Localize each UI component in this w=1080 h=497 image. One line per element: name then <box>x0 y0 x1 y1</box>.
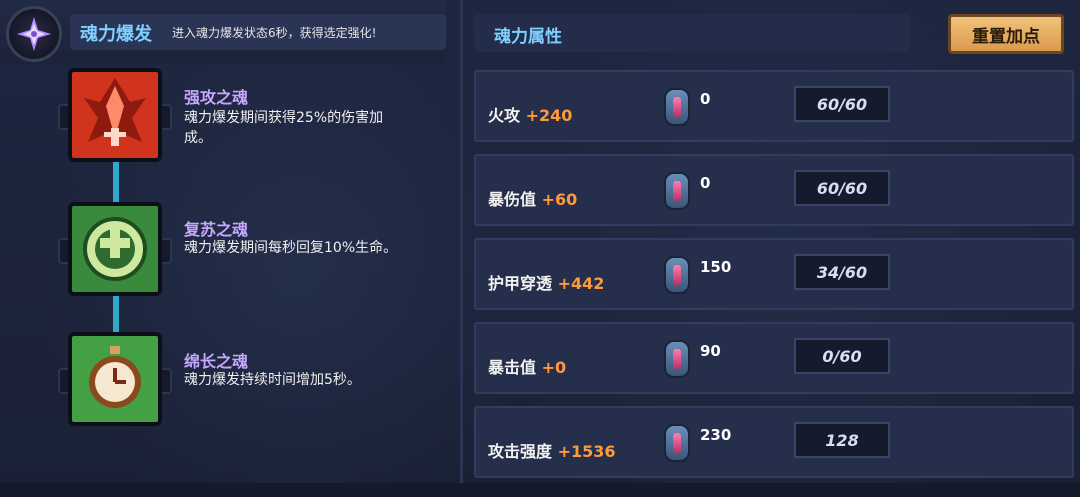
soul-gem-icon <box>664 256 690 294</box>
talent-name: 复苏之魂 <box>184 220 249 239</box>
talent-node-strong-attack[interactable] <box>68 68 162 162</box>
attribute-row-crit-rate[interactable]: 暴击值 +0 90 0/60 <box>474 322 1074 394</box>
attribute-bonus: +0 <box>541 358 567 377</box>
level-counter: 60/60 <box>794 170 890 206</box>
soul-burst-icon <box>6 6 62 62</box>
level-counter: 34/60 <box>794 254 890 290</box>
level-counter: 0/60 <box>794 338 890 374</box>
talent-description: 魂力爆发期间每秒回复10%生命。 <box>184 238 449 258</box>
soul-gem-icon <box>664 88 690 126</box>
level-counter: 60/60 <box>794 86 890 122</box>
attribute-label: 暴击值 +0 <box>488 354 566 378</box>
burst-title: 魂力爆发 <box>80 24 152 45</box>
red-crystal-sword-icon <box>84 78 146 146</box>
talent-node-revive[interactable] <box>68 202 162 296</box>
attribute-row-armor-penetration[interactable]: 护甲穿透 +442 150 34/60 <box>474 238 1074 310</box>
attributes-title: 魂力属性 <box>494 27 562 47</box>
gem-cost: 150 <box>700 258 732 276</box>
attribute-label: 火攻 +240 <box>488 102 572 126</box>
talent-name: 强攻之魂 <box>184 88 249 107</box>
attribute-row-fire-attack[interactable]: 火攻 +240 0 60/60 <box>474 70 1074 142</box>
panel-divider <box>460 0 463 497</box>
attribute-name: 攻击强度 <box>488 442 553 461</box>
talent-description: 魂力爆发持续时间增加5秒。 <box>184 370 449 390</box>
attribute-bonus: +60 <box>541 190 578 209</box>
burst-description: 进入魂力爆发状态6秒，获得选定强化! <box>172 26 377 40</box>
talent-connector <box>113 294 119 334</box>
attribute-label: 暴伤值 +60 <box>488 186 577 210</box>
attribute-name: 护甲穿透 <box>488 274 553 293</box>
bottom-strip <box>0 483 1080 497</box>
level-counter: 128 <box>794 422 890 458</box>
talent-name: 绵长之魂 <box>184 352 249 371</box>
attribute-bonus: +442 <box>557 274 605 293</box>
soul-gem-icon <box>664 340 690 378</box>
talent-connector <box>113 160 119 204</box>
attribute-name: 暴击值 <box>488 358 537 377</box>
green-heal-cross-icon <box>83 217 147 281</box>
talent-desc-line: 魂力爆发期间获得25%的伤害加 <box>184 110 384 126</box>
soul-gem-icon <box>664 172 690 210</box>
attribute-label: 护甲穿透 +442 <box>488 270 604 294</box>
attribute-name: 火攻 <box>488 106 521 125</box>
talent-desc-line: 魂力爆发持续时间增加5秒。 <box>184 372 361 388</box>
gem-cost: 0 <box>700 90 711 108</box>
talent-node-long-lasting[interactable] <box>68 332 162 426</box>
attribute-bonus: +1536 <box>557 442 616 461</box>
attribute-row-attack-power[interactable]: 攻击强度 +1536 230 128 <box>474 406 1074 478</box>
talent-description: 魂力爆发期间获得25%的伤害加 成。 <box>184 108 449 148</box>
attribute-label: 攻击强度 +1536 <box>488 438 616 462</box>
talent-desc-line: 成。 <box>184 130 212 146</box>
attribute-name: 暴伤值 <box>488 190 537 209</box>
green-stopwatch-icon <box>89 346 141 408</box>
attribute-row-crit-damage[interactable]: 暴伤值 +60 0 60/60 <box>474 154 1074 226</box>
gem-cost: 90 <box>700 342 721 360</box>
gem-cost: 0 <box>700 174 711 192</box>
gem-cost: 230 <box>700 426 732 444</box>
attribute-bonus: +240 <box>525 106 573 125</box>
talent-desc-line: 魂力爆发期间每秒回复10%生命。 <box>184 240 398 256</box>
soul-gem-icon <box>664 424 690 462</box>
reset-points-button[interactable]: 重置加点 <box>948 14 1064 54</box>
